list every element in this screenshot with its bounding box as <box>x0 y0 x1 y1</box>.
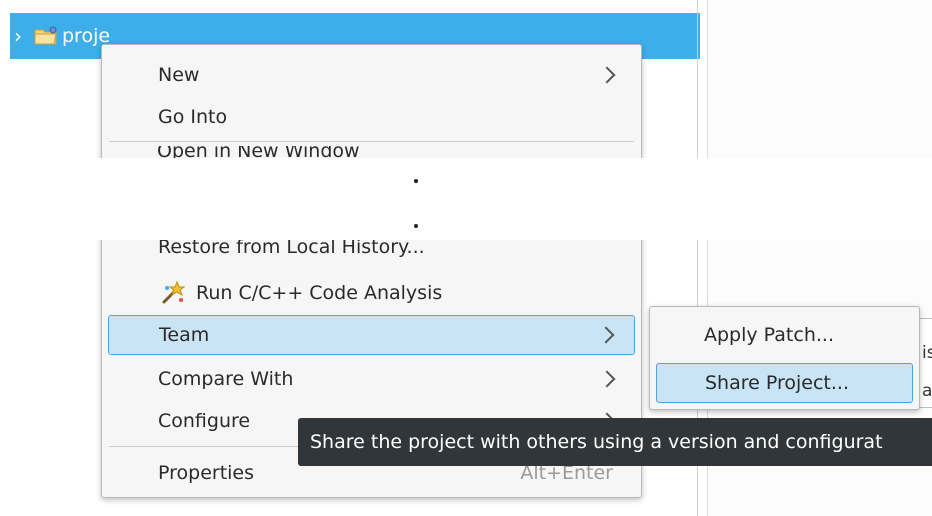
menu-item-go-into[interactable]: Go Into <box>108 97 635 137</box>
menu-item-label: New <box>158 64 200 86</box>
ide-window: › proje is ay New Go Into Restore from L… <box>0 0 932 516</box>
menu-item-compare-with[interactable]: Compare With <box>108 359 635 399</box>
menu-item-new[interactable]: New <box>108 55 635 95</box>
menu-item-label: Apply Patch... <box>704 324 834 346</box>
menu-separator <box>109 141 634 142</box>
tooltip: Share the project with others using a ve… <box>298 418 932 466</box>
ellipsis-dot <box>414 179 418 183</box>
menu-item-label: Compare With <box>158 368 294 390</box>
background-text: ay <box>922 381 932 401</box>
menu-item-open-new-window-partial[interactable]: Open in New Window <box>157 146 360 158</box>
chevron-right-icon <box>598 66 616 84</box>
background-text: is <box>922 343 932 363</box>
menu-item-label: Properties <box>158 462 255 484</box>
menu-item-label: Run C/C++ Code Analysis <box>196 282 443 304</box>
menu-item-apply-patch[interactable]: Apply Patch... <box>656 315 913 355</box>
menu-item-label: Share Project... <box>705 372 849 394</box>
tooltip-text: Share the project with others using a ve… <box>310 431 883 453</box>
chevron-right-icon[interactable]: › <box>14 26 30 46</box>
project-folder-icon <box>34 26 57 45</box>
menu-item-run-code-analysis[interactable]: Run C/C++ Code Analysis <box>108 273 635 313</box>
chevron-right-icon <box>597 326 615 344</box>
chevron-right-icon <box>598 370 616 388</box>
elision-gap <box>0 158 932 240</box>
menu-item-label: Go Into <box>158 106 228 128</box>
menu-item-label: Configure <box>158 410 251 432</box>
menu-item-team[interactable]: Team <box>108 315 635 355</box>
code-analysis-icon <box>162 280 186 304</box>
ellipsis-dot <box>414 224 418 228</box>
team-submenu: Apply Patch... Share Project... <box>649 306 920 410</box>
menu-item-label: Open in New Window <box>157 146 360 158</box>
menu-item-share-project[interactable]: Share Project... <box>656 363 913 403</box>
menu-item-label: Team <box>159 324 210 346</box>
